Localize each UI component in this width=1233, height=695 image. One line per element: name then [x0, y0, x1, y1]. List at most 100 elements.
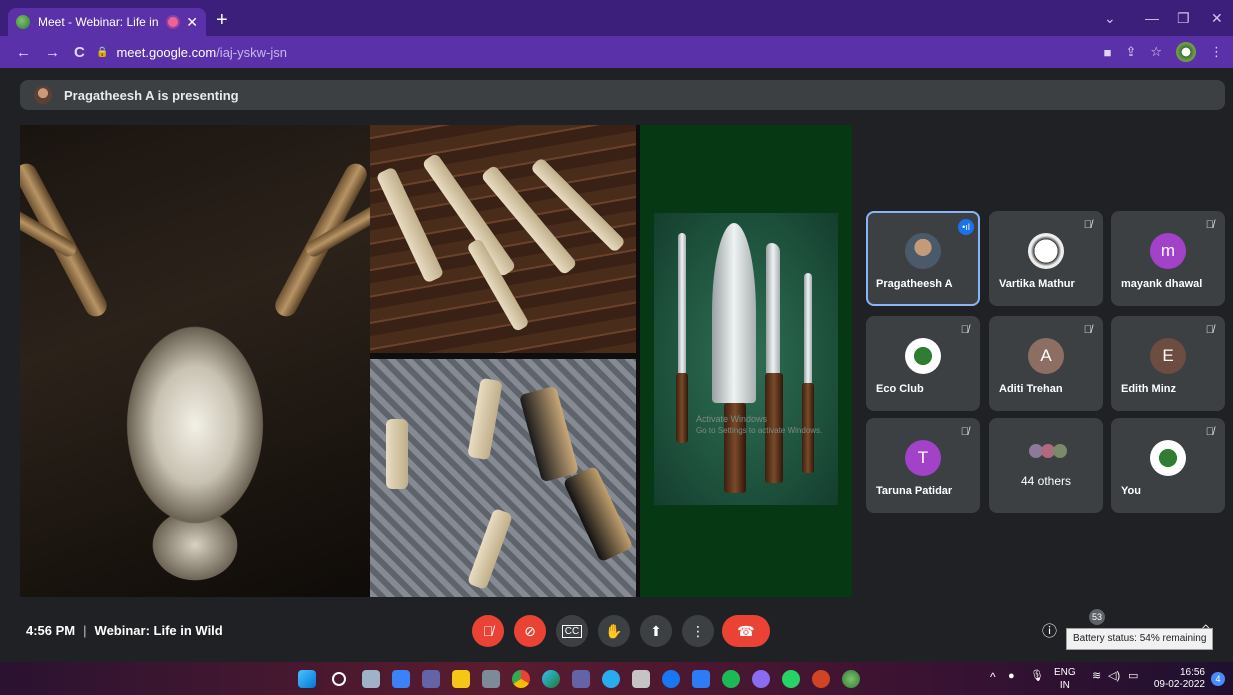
more-options-button[interactable]: ⋮ [682, 615, 714, 647]
tray-mic-icon[interactable]: 🎙 [1030, 671, 1044, 682]
participant-tile[interactable]: •ıl Pragatheesh A [866, 211, 980, 306]
presenting-text: Pragatheesh A is presenting [64, 87, 239, 103]
meet-app-icon[interactable] [842, 670, 860, 688]
participant-tile[interactable]: 🎙̸ T Taruna Patidar [866, 418, 980, 513]
camera-toggle-button[interactable]: ⊘ [514, 615, 546, 647]
mic-off-icon: 🎙̸ [1083, 324, 1092, 336]
calculator-icon[interactable] [482, 670, 500, 688]
whatsapp-icon[interactable] [782, 670, 800, 688]
close-tab-icon[interactable]: ✕ [186, 14, 198, 31]
back-arrow-icon[interactable]: ← [16, 44, 31, 61]
telegram-icon[interactable] [602, 670, 620, 688]
more-vert-icon: ⋮ [691, 622, 705, 639]
participant-tile[interactable]: 🎙̸ Eco Club [866, 316, 980, 411]
participant-name: Edith Minz [1121, 383, 1176, 395]
lang-line1: ENG [1054, 667, 1076, 678]
tray-overflow-icon[interactable]: ^ [990, 671, 996, 683]
system-clock[interactable]: 16:56 09-02-2022 [1154, 667, 1205, 691]
participant-tile[interactable]: 🎙̸ E Edith Minz [1111, 316, 1225, 411]
battery-icon[interactable]: ▭ [1128, 671, 1138, 682]
chrome-icon[interactable] [512, 670, 530, 688]
others-avatar [1053, 444, 1067, 458]
mic-off-icon: 🎙̸ [1205, 219, 1214, 231]
participant-avatar: T [905, 439, 941, 476]
participant-count-badge: 53 [1089, 609, 1105, 625]
forward-arrow-icon[interactable]: → [45, 44, 60, 61]
horn-knives-image [370, 359, 636, 597]
participant-name: Taruna Patidar [876, 485, 953, 497]
shared-screen [20, 125, 852, 597]
share-icon[interactable]: ⇪ [1125, 44, 1136, 60]
lang-line2: IN [1059, 680, 1070, 691]
end-call-button[interactable]: ☎ [722, 615, 770, 647]
battery-tooltip: Battery status: 54% remaining [1066, 628, 1214, 650]
activate-windows-watermark: Activate Windows Go to Settings to activ… [696, 414, 822, 436]
self-tile[interactable]: 🎙̸ You [1111, 418, 1225, 513]
hand-icon: ✋ [605, 622, 623, 639]
others-tile[interactable]: 44 others [989, 418, 1103, 513]
participant-tile[interactable]: 🎙̸ A Aditi Trehan [989, 316, 1103, 411]
search-icon[interactable] [332, 672, 346, 686]
meeting-info-icon[interactable]: ⓘ [1042, 620, 1057, 641]
teams-chat-icon[interactable] [422, 670, 440, 688]
raise-hand-button[interactable]: ✋ [598, 615, 630, 647]
task-view-icon[interactable] [362, 670, 380, 688]
participant-tile[interactable]: 🎙̸ m mayank dhawal [1111, 211, 1225, 306]
mic-off-icon: 🎙̸ [1205, 426, 1214, 438]
teams-icon[interactable] [572, 670, 590, 688]
speaking-indicator-icon: •ıl [958, 219, 974, 235]
camera-in-use-icon[interactable]: ■ [1104, 45, 1112, 60]
edge-icon[interactable] [542, 670, 560, 688]
meet-favicon-icon [16, 15, 30, 29]
file-explorer-icon[interactable] [452, 670, 470, 688]
participant-avatar [905, 337, 941, 374]
start-icon[interactable] [298, 670, 316, 688]
reload-icon[interactable]: C [74, 44, 85, 61]
clock-time: 16:56 [1179, 667, 1205, 678]
reader-icon[interactable] [632, 670, 650, 688]
meeting-details: 4:56 PM | Webinar: Life in Wild [26, 623, 223, 638]
bookmark-star-icon[interactable]: ☆ [1150, 44, 1162, 60]
volume-icon[interactable]: ◁) [1108, 671, 1120, 682]
decorated-skull-image [20, 125, 370, 597]
close-window-button[interactable]: ✕ [1211, 10, 1223, 27]
clock-date: 09-02-2022 [1153, 679, 1205, 690]
antler-bottle-openers-image [370, 125, 636, 353]
watermark-line1: Activate Windows [696, 414, 768, 424]
participant-tile[interactable]: 🎙̸ Vartika Mathur [989, 211, 1103, 306]
browser-menu-icon[interactable]: ⋮ [1210, 44, 1223, 60]
notification-badge[interactable]: 4 [1211, 672, 1225, 686]
mic-toggle-button[interactable]: 🎙̸ [472, 615, 504, 647]
browser-tab-meet[interactable]: Meet - Webinar: Life in Wild ✕ [8, 8, 206, 36]
todo-icon[interactable] [692, 670, 710, 688]
mic-off-icon: 🎙̸ [960, 426, 969, 438]
present-screen-button[interactable]: ⬆ [640, 615, 672, 647]
tray-app-icon[interactable]: ● [1008, 671, 1015, 682]
captions-button[interactable]: CC [556, 615, 588, 647]
address-field[interactable]: 🔒 meet.google.com/iaj-yskw-jsn [96, 41, 1096, 63]
widgets-icon[interactable] [392, 670, 410, 688]
participant-name: mayank dhawal [1121, 278, 1203, 290]
new-tab-button[interactable]: + [216, 10, 228, 30]
participant-avatar [1028, 232, 1064, 269]
wifi-icon[interactable]: ≋ [1092, 671, 1101, 682]
mic-off-icon: 🎙̸ [1083, 219, 1092, 231]
webex-icon[interactable] [752, 670, 770, 688]
url-host: meet.google.com [116, 44, 217, 60]
meeting-title: Webinar: Life in Wild [94, 623, 223, 638]
maximize-button[interactable]: ❐ [1177, 10, 1190, 27]
browser-tab-bar: Meet - Webinar: Life in Wild ✕ + ⌄ — ❐ ✕ [0, 0, 1233, 36]
minimize-button[interactable]: — [1145, 10, 1159, 26]
powerpoint-icon[interactable] [812, 670, 830, 688]
language-indicator[interactable]: ENG IN [1054, 668, 1076, 691]
participant-name: Pragatheesh A [876, 278, 953, 290]
facebook-icon[interactable] [662, 670, 680, 688]
presenter-avatar [34, 86, 52, 104]
participant-name: Eco Club [876, 383, 924, 395]
spotify-icon[interactable] [722, 670, 740, 688]
recording-indicator-icon [168, 17, 179, 27]
profile-avatar-icon[interactable] [1176, 42, 1196, 62]
tab-search-chevron-icon[interactable]: ⌄ [1104, 10, 1116, 27]
participant-name: You [1121, 485, 1141, 497]
mic-off-icon: 🎙̸ [482, 623, 494, 639]
